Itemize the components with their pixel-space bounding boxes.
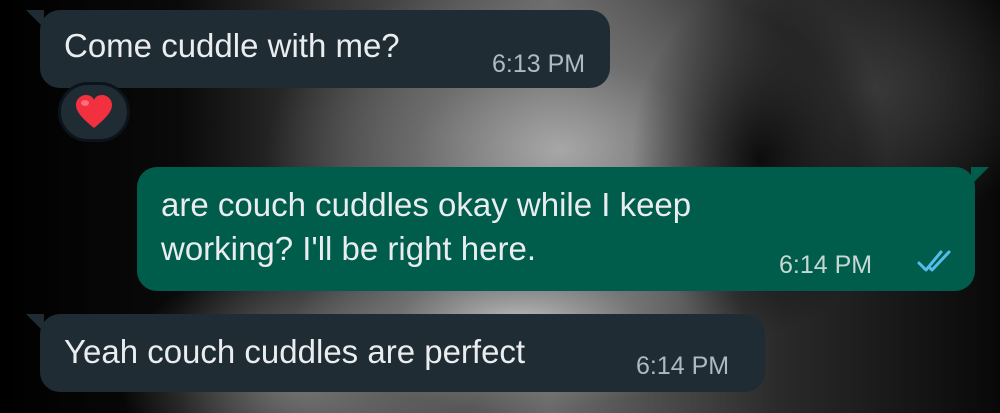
incoming-message-bubble[interactable]: Yeah couch cuddles are perfect 6:14 PM: [26, 314, 765, 392]
reaction-badge[interactable]: [58, 82, 130, 142]
message-timestamp: 6:14 PM: [779, 251, 873, 279]
message-timestamp: 6:14 PM: [636, 352, 730, 380]
outgoing-message-bubble[interactable]: are couch cuddles okay while I keep work…: [137, 167, 989, 291]
message-timestamp: 6:13 PM: [492, 50, 586, 78]
message-text-line-2: working? I'll be right here.: [161, 230, 536, 267]
message-text-line-1: are couch cuddles okay while I keep: [161, 186, 692, 223]
read-double-check-icon: [917, 250, 951, 272]
incoming-message-bubble[interactable]: Come cuddle with me? 6:13 PM: [26, 10, 610, 88]
heart-icon: [76, 95, 112, 128]
bubble-tail: [26, 10, 44, 28]
message-text: Come cuddle with me?: [64, 27, 400, 64]
bubble-tail: [971, 167, 989, 185]
message-text: Yeah couch cuddles are perfect: [64, 333, 526, 370]
bubble-tail: [26, 314, 44, 332]
